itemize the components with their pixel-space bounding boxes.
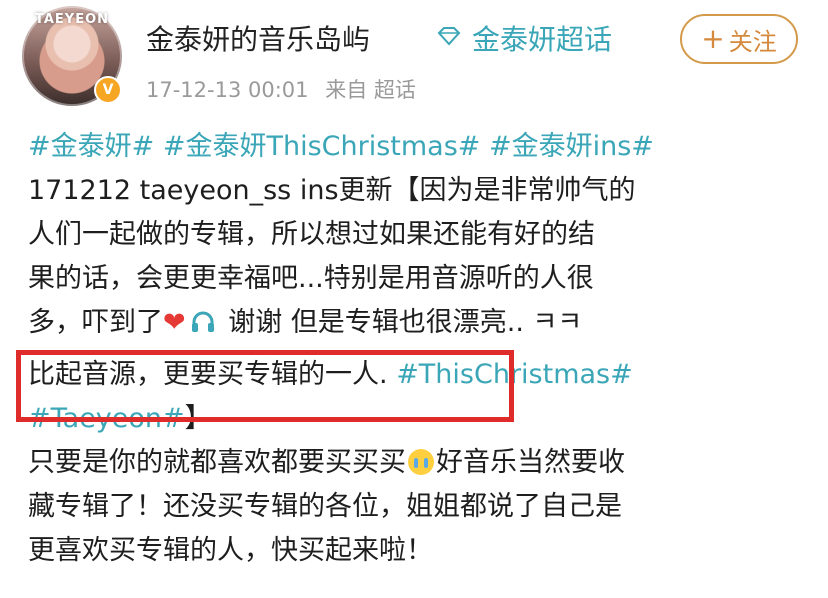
content-line: 多，吓到了❤ 谢谢 但是专辑也很漂亮.. ㅋㅋ [28, 304, 582, 342]
username[interactable]: 金泰妍的音乐岛屿 [146, 18, 370, 58]
diamond-icon [437, 27, 461, 46]
heart-icon: ❤ [163, 307, 186, 338]
post-source[interactable]: 来自 超话 [325, 78, 416, 102]
content-line: 更喜欢买专辑的人，快买起来啦！ [28, 535, 433, 566]
content-text: 好音乐当然要收 [436, 447, 625, 478]
avatar-logo-text: TAEYEON [34, 12, 110, 27]
post-header: TAEYEON V 金泰妍的音乐岛屿 金泰妍超话 + 关注 17-12-13 0… [0, 0, 828, 110]
content-text: 谢谢 但是专辑也很漂亮.. ㅋㅋ [228, 307, 583, 338]
supertopic-link[interactable]: 金泰妍超话 [472, 18, 612, 58]
hashtag[interactable]: #金泰妍ThisChristmas# [163, 131, 481, 162]
content-line: 人们一起做的专辑，所以想过如果还能有好的结 [28, 219, 595, 250]
post-date: 17-12-13 00:01 [146, 78, 309, 102]
crying-face-icon [408, 449, 434, 475]
content-line: 171212 taeyeon_ss ins更新【因为是非常帅气的 [28, 175, 636, 206]
content-line: 果的话，会更更幸福吧...特别是用音源听的人很 [28, 263, 594, 294]
verified-badge: V [94, 76, 122, 104]
content-text: 多，吓到了 [28, 307, 163, 338]
hashtag[interactable]: #金泰妍# [28, 131, 154, 162]
follow-label: 关注 [728, 27, 777, 56]
hashtag-line: #金泰妍# #金泰妍ThisChristmas# #金泰妍ins# [28, 128, 654, 166]
content-line: 藏专辑了！还没买专辑的各位，姐姐都说了自己是 [28, 491, 622, 522]
hashtag[interactable]: #金泰妍ins# [489, 131, 654, 162]
follow-button[interactable]: + 关注 [680, 14, 798, 64]
content-line: 只要是你的就都喜欢都要买买买 好音乐当然要收 [28, 444, 625, 482]
highlight-box [16, 350, 514, 422]
post-meta: 17-12-13 00:01 来自 超话 [146, 74, 426, 104]
headphones-icon [191, 311, 214, 332]
plus-icon: + [701, 22, 725, 55]
content-text: 只要是你的就都喜欢都要买买买 [28, 447, 406, 478]
